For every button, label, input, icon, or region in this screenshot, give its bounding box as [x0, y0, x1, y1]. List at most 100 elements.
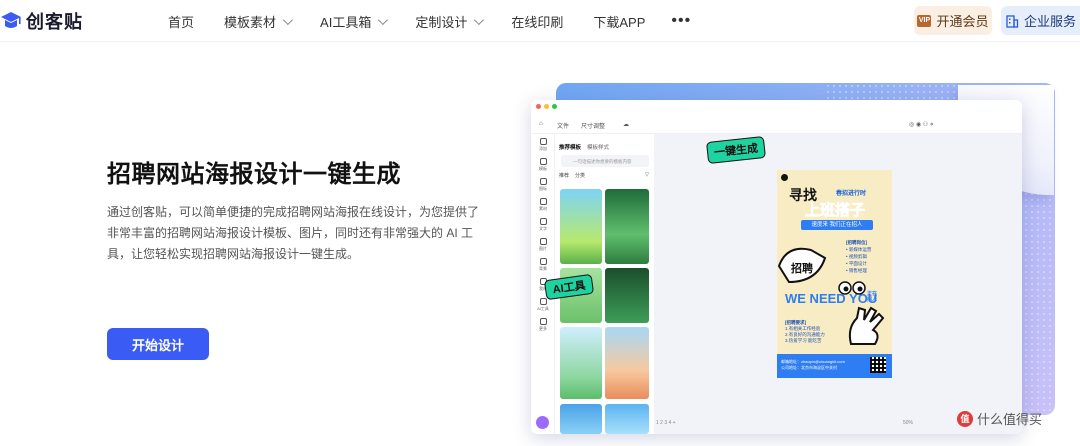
home-icon: ⌂: [539, 121, 543, 127]
hero-description: 通过创客贴，可以简单便捷的完成招聘网站海报在线设计，为您提供了非常丰富的招聘网站…: [107, 205, 480, 261]
sidebar-item-icons: 图标: [535, 178, 551, 192]
menu-label: 首页: [168, 14, 195, 30]
menu-ai-tools[interactable]: AI工具箱: [320, 12, 389, 31]
menu-templates[interactable]: 模板素材: [224, 12, 293, 31]
menu-label: 定制设计: [415, 14, 468, 30]
window-minimize-dot: [544, 104, 549, 109]
cloud-icon: ☁: [623, 122, 629, 128]
menu-label: 模板素材: [224, 14, 277, 30]
poster-footer-text: 邮箱地址：zhaopin@chuangkit.com 公司地址：北京市海淀区中关…: [781, 359, 845, 371]
chevron-down-icon: [378, 14, 389, 25]
menu-label: 下载APP: [593, 14, 646, 30]
toolbar-resize: 尺寸调整: [581, 124, 606, 130]
position-item: • 销售经理: [846, 268, 867, 273]
logo[interactable]: 创客贴: [0, 8, 83, 34]
more-icon: [539, 318, 547, 325]
window-maximize-dot: [552, 104, 557, 109]
template-thumbnail: [605, 268, 649, 323]
sidebar-label: 图片: [539, 246, 547, 251]
sidebar-label: 文字: [539, 226, 547, 231]
sidebar-item-ai-tools: AI工具: [535, 298, 551, 312]
position-item: • 平面设计: [846, 261, 867, 266]
menu-custom-design[interactable]: 定制设计: [415, 12, 485, 31]
add-icon: [539, 138, 547, 145]
recruitment-poster: 寻找 春招进行时 上班搭子 速度来 我们正在招人 招聘 [招聘岗位] • 新媒体…: [777, 170, 892, 378]
sidebar-item-add: 添加: [535, 138, 551, 152]
chevron-down-icon: [282, 14, 293, 25]
page-indicator: 1 2 3 4 +: [656, 420, 676, 426]
tab-recommended-templates: 推荐模板: [559, 145, 582, 151]
start-design-button[interactable]: 开始设计: [107, 328, 209, 360]
template-thumbnail: [605, 404, 649, 434]
poster-banner: 速度来 我们正在招人: [801, 220, 873, 230]
sidebar-label: 素材: [539, 206, 547, 211]
menu-download-app[interactable]: 下载APP: [593, 12, 645, 31]
sidebar-item-background: 背景: [535, 258, 551, 272]
waving-hand-icon: [848, 306, 885, 345]
ai-icon: [539, 298, 547, 305]
poster-requirements: [招聘要求] 1.有相关工作经验 2.有良好的沟通能力 3.热爱学习 能吃苦: [785, 320, 825, 344]
template-thumbnail: [560, 404, 602, 434]
template-thumbnail: [605, 189, 649, 264]
template-thumbnail: [560, 189, 602, 264]
editor-toolbar: ⌂ 文件 尺寸调整 ☁ ◎ ◉ ⚇ ⋄: [531, 114, 1022, 134]
sidebar-label: AI工具: [537, 306, 549, 311]
window-titlebar: [531, 100, 1022, 113]
menu-label: 在线印刷: [511, 14, 564, 30]
poster-stamp: 正在招人: [867, 291, 878, 303]
poster-footer: 邮箱地址：zhaopin@chuangkit.com 公司地址：北京市海淀区中关…: [777, 354, 892, 378]
window-close-dot: [536, 104, 541, 109]
building-icon: [1006, 14, 1019, 28]
avatar: [536, 416, 549, 429]
top-navbar: 创客贴 首页 模板素材 AI工具箱 定制设计 在线印刷 下载APP ••• VI…: [0, 0, 1080, 42]
poster-positions: [招聘岗位] • 新媒体运营 • 视频剪辑 • 平面设计 • 销售经理: [846, 239, 871, 274]
sidebar-item-images: 图片: [535, 238, 551, 252]
poster-main-title: 上班搭子: [805, 202, 866, 220]
main-menu: 首页 模板素材 AI工具箱 定制设计 在线印刷 下载APP •••: [168, 0, 691, 42]
enterprise-service-button[interactable]: 企业服务: [1001, 6, 1080, 35]
footer-line: 公司地址：北京市海淀区中关村: [781, 365, 837, 370]
sidebar-label: 背景: [539, 266, 547, 271]
icon-icon: [539, 178, 547, 185]
zoom-level: 50%: [903, 420, 914, 426]
text-icon: [539, 218, 547, 225]
brand-name: 创客贴: [26, 12, 83, 32]
template-thumbnail: [605, 327, 649, 399]
hero-title: 招聘网站海报设计一键生成: [107, 161, 401, 188]
sidebar-item-text: 文字: [535, 218, 551, 232]
position-item: • 视频剪辑: [846, 254, 867, 259]
sidebar-label: 图标: [539, 186, 547, 191]
logo-badge-icon: [781, 174, 788, 181]
more-menu-icon[interactable]: •••: [671, 12, 691, 30]
sidebar-label: 添加: [539, 146, 547, 151]
zhide-icon: 值: [957, 410, 973, 427]
sidebar-label: 模板: [539, 166, 547, 171]
background-icon: [539, 258, 547, 265]
menu-label: AI工具箱: [320, 14, 372, 30]
menu-printing[interactable]: 在线印刷: [511, 12, 563, 31]
requirement-item: 3.热爱学习 能吃苦: [785, 338, 822, 343]
template-search-input: 一句话描述你想要的模板内容: [561, 155, 649, 167]
watermark-label: 什么值得买: [977, 412, 1043, 427]
graduation-cap-icon: [1, 12, 21, 28]
enterprise-label: 企业服务: [1023, 14, 1076, 29]
watermark: 值 什么值得买: [957, 409, 1042, 428]
filter-recommended: 推荐: [559, 173, 570, 179]
menu-home[interactable]: 首页: [168, 12, 194, 31]
toolbar-actions-icon: ◎ ◉ ⚇ ⋄: [909, 122, 934, 128]
toolbar-file: 文件: [557, 124, 570, 130]
filter-category: 分类: [575, 173, 586, 179]
tab-template-styles: 模板样式: [587, 145, 610, 151]
panel-filter: 推荐 分类 ▽: [559, 172, 649, 179]
sidebar-item-templates: 模板: [535, 158, 551, 172]
sidebar-label: 更多: [539, 326, 547, 331]
filter-icon: ▽: [645, 172, 649, 178]
poster-recruit-text: 招聘: [791, 261, 813, 275]
open-vip-button[interactable]: VIP 开通会员: [914, 6, 992, 35]
position-item: • 新媒体运营: [846, 247, 872, 252]
element-icon: [539, 198, 547, 205]
chevron-down-icon: [474, 14, 485, 25]
vip-label: 开通会员: [936, 14, 989, 29]
poster-hot-text: 春招进行时: [836, 191, 867, 197]
panel-tabs: 推荐模板 模板样式: [559, 143, 609, 151]
